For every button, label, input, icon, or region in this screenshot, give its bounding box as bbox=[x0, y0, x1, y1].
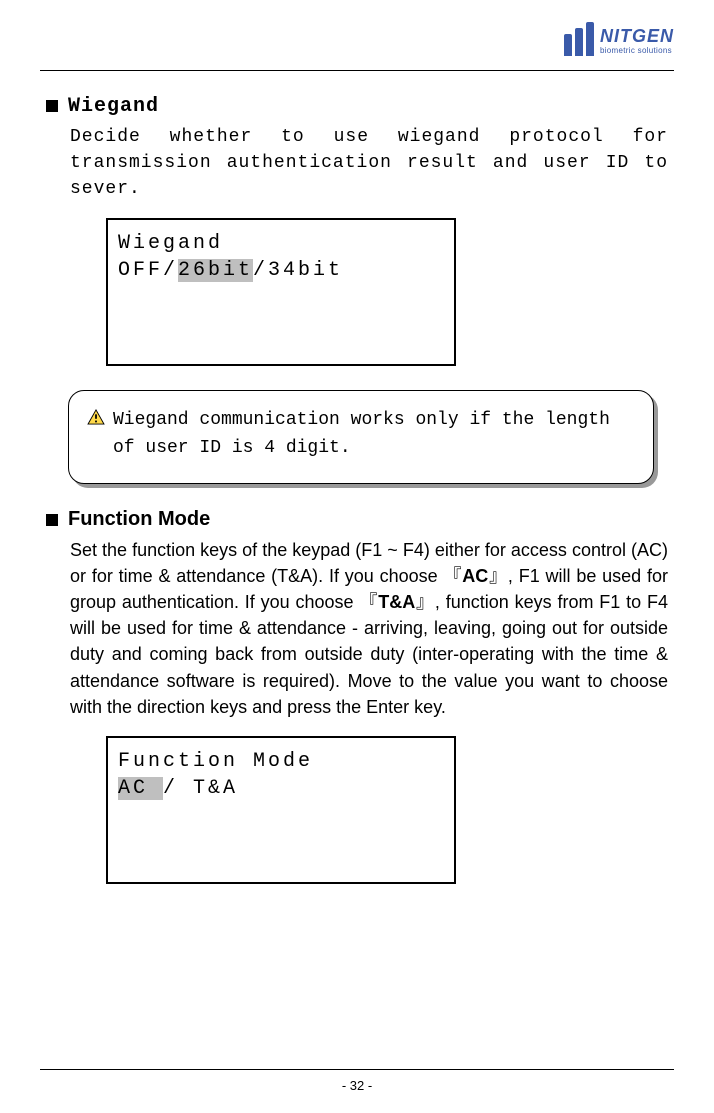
warning-text: Wiegand communication works only if the … bbox=[113, 407, 635, 463]
lcd-line: Function Mode bbox=[118, 748, 444, 775]
footer-divider bbox=[40, 1069, 674, 1070]
logo-brand: NITGEN bbox=[600, 27, 674, 45]
warning-box: Wiegand communication works only if the … bbox=[68, 390, 654, 484]
lcd-selected: 26bit bbox=[178, 259, 253, 282]
lcd-display-wiegand: Wiegand OFF/26bit/34bit bbox=[106, 218, 456, 366]
section-body-function-mode: Set the function keys of the keypad (F1 … bbox=[70, 537, 668, 720]
section-title-wiegand: Wiegand bbox=[68, 95, 159, 118]
lcd-line: OFF/26bit/34bit bbox=[118, 257, 444, 284]
page-number: - 32 - bbox=[40, 1078, 674, 1093]
section-body-wiegand: Decide whether to use wiegand protocol f… bbox=[70, 124, 668, 202]
section-title-function-mode: Function Mode bbox=[68, 508, 210, 531]
logo-tagline: biometric solutions bbox=[600, 47, 674, 55]
warning-triangle-icon bbox=[87, 409, 105, 425]
lcd-line: AC / T&A bbox=[118, 775, 444, 802]
bullet-icon bbox=[46, 514, 58, 526]
logo-bars-icon bbox=[564, 26, 594, 56]
header-logo: NITGEN biometric solutions bbox=[40, 20, 674, 62]
lcd-line: Wiegand bbox=[118, 230, 444, 257]
lcd-selected: AC bbox=[118, 777, 163, 800]
lcd-display-function-mode: Function Mode AC / T&A bbox=[106, 736, 456, 884]
bullet-icon bbox=[46, 100, 58, 112]
